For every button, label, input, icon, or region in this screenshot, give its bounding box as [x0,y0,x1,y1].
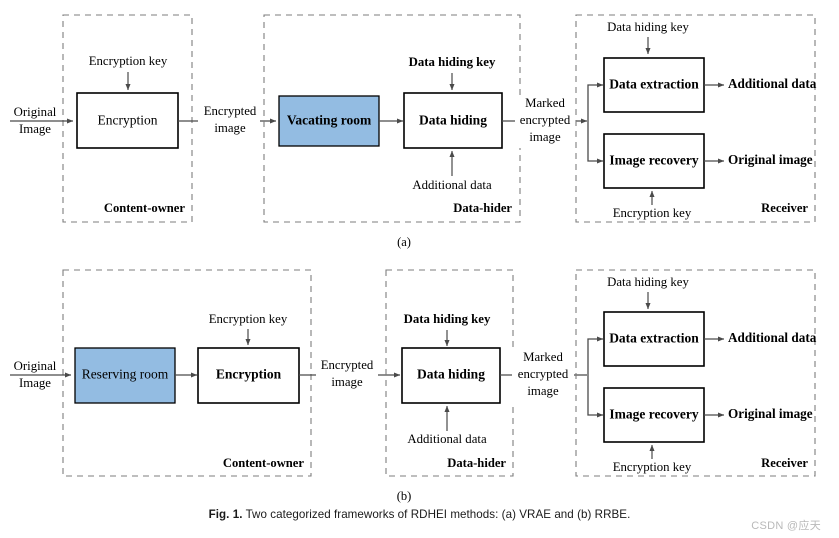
connector-marked-encrypted-image-a-line2: encrypted [520,113,571,127]
input-additional-data-b: Additional data [407,432,487,446]
csdn-watermark: CSDN @应天 [751,520,821,532]
arrow-marked-to-data-extraction-b [587,336,604,375]
input-data-hiding-key-b: Data hiding key [404,312,491,326]
connector-marked-encrypted-image-a-line1: Marked [525,96,565,110]
block-label-data-extraction-a: Data extraction [609,77,699,92]
rdhei-framework-diagram: Content-owner Original Image Encryption … [10,14,817,503]
group-role-label-content-owner-b: Content-owner [223,456,305,470]
connector-marked-encrypted-image-b-line2: encrypted [518,367,569,381]
input-receiver-encryption-key-a: Encryption key [613,206,692,220]
figure-root: Content-owner Original Image Encryption … [0,0,839,538]
figure-caption-text: Two categorized frameworks of RDHEI meth… [245,508,631,521]
connector-marked-encrypted-image-b-line3: image [527,384,559,398]
block-label-encryption-a: Encryption [98,113,158,128]
block-label-image-recovery-a: Image recovery [609,153,699,168]
block-label-encryption-b: Encryption [216,367,282,382]
block-label-vacating-room-a: Vacating room [287,113,372,128]
input-original-image-a-line2: Image [19,122,51,136]
output-additional-data-a: Additional data [728,76,817,91]
group-role-label-receiver-a: Receiver [761,201,808,215]
arrow-marked-to-image-recovery-b [587,375,604,418]
block-label-data-hiding-b: Data hiding [417,367,485,382]
input-encryption-key-b: Encryption key [209,312,288,326]
group-role-label-data-hider-b: Data-hider [447,456,506,470]
panel-sublabel-b: (b) [397,489,412,503]
panel-sublabel-a: (a) [397,235,411,249]
input-receiver-data-hiding-key-a: Data hiding key [607,20,689,34]
connector-encrypted-image-a-line1: Encrypted [204,104,257,118]
group-role-label-content-owner-a: Content-owner [104,201,186,215]
output-original-image-b: Original image [728,406,813,421]
input-original-image-a-line1: Original [14,105,57,119]
figure-caption-prefix: Fig. 1. [208,508,243,521]
input-receiver-data-hiding-key-b: Data hiding key [607,275,689,289]
connector-encrypted-image-a-line2: image [214,121,246,135]
input-encryption-key-a: Encryption key [89,54,168,68]
output-additional-data-b: Additional data [728,330,817,345]
input-receiver-encryption-key-b: Encryption key [613,460,692,474]
input-additional-data-a: Additional data [412,178,492,192]
input-original-image-b-line1: Original [14,359,57,373]
block-label-data-hiding-a: Data hiding [419,113,487,128]
group-receiver-b [575,269,816,477]
output-original-image-a: Original image [728,152,813,167]
connector-marked-encrypted-image-b-line1: Marked [523,350,563,364]
figure-caption: Fig. 1. Two categorized frameworks of RD… [0,508,839,521]
connector-encrypted-image-b-line2: image [331,375,363,389]
group-role-label-data-hider-a: Data-hider [453,201,512,215]
block-label-image-recovery-b: Image recovery [609,407,699,422]
input-data-hiding-key-a: Data hiding key [409,55,496,69]
group-receiver-a [575,14,816,223]
block-label-reserving-room-b: Reserving room [82,367,169,382]
arrow-marked-to-image-recovery-a [587,121,604,164]
connector-marked-encrypted-image-a-line3: image [529,130,561,144]
block-label-data-extraction-b: Data extraction [609,331,699,346]
arrow-marked-to-data-extraction-a [587,82,604,121]
connector-encrypted-image-b-line1: Encrypted [321,358,374,372]
input-original-image-b-line2: Image [19,376,51,390]
group-role-label-receiver-b: Receiver [761,456,808,470]
